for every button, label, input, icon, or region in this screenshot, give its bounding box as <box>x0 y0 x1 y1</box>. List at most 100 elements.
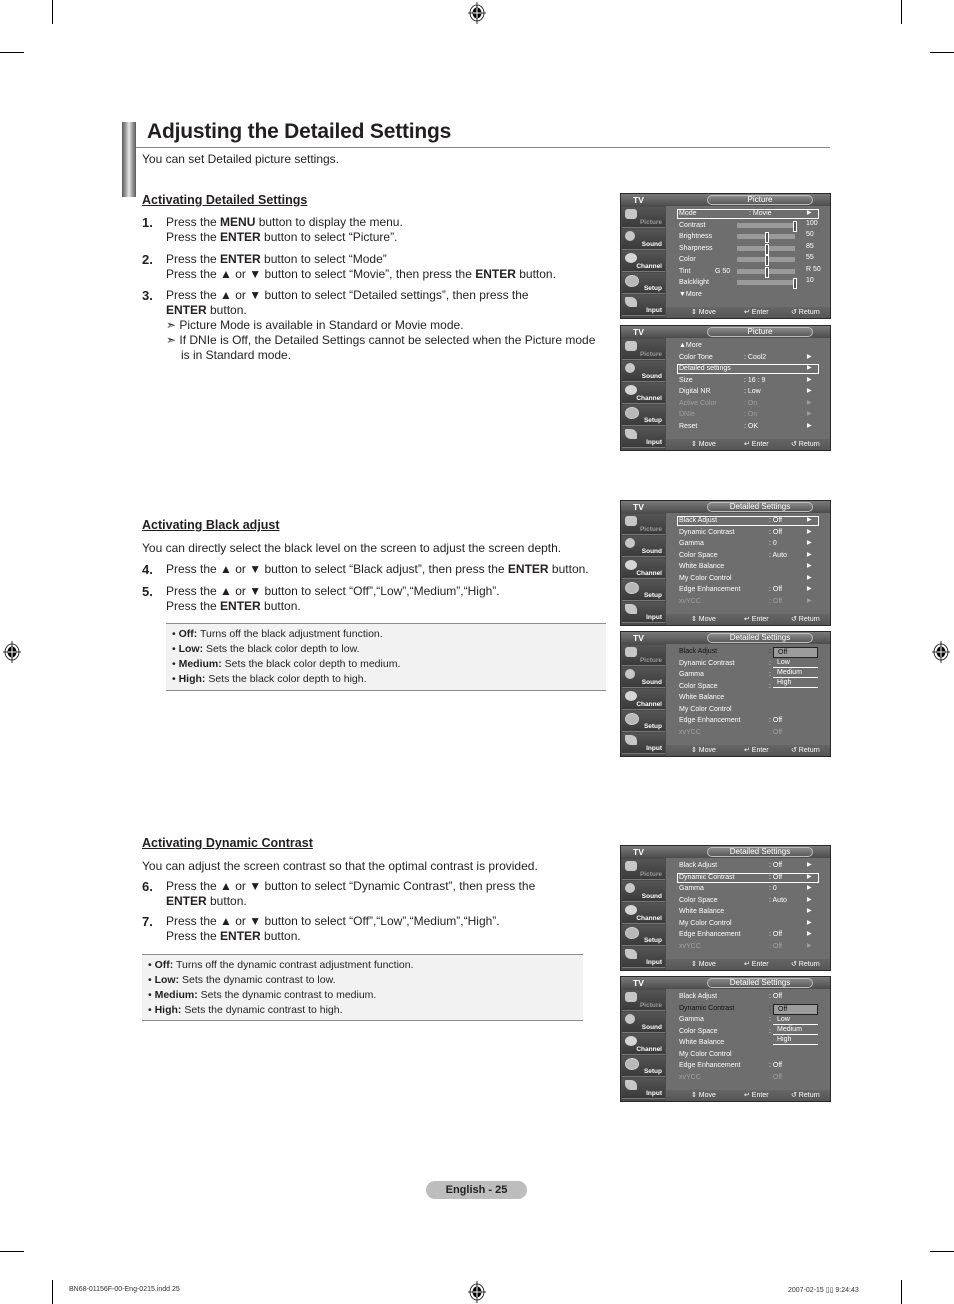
menu-item[interactable]: ▼More <box>679 289 702 300</box>
sidebar-item-picture[interactable]: Picture <box>622 514 665 535</box>
slider-value: 85 <box>806 242 814 250</box>
menu-item[interactable]: Reset: OK ▶ <box>679 421 812 432</box>
menu-item[interactable]: Gamma: <box>679 1014 771 1025</box>
menu-item-label: Black Adjust <box>679 648 718 655</box>
sidebar-item-channel[interactable]: Channel <box>622 903 665 924</box>
menu-item[interactable]: Balcklight <box>679 277 709 288</box>
sidebar-item-sound[interactable]: Sound <box>622 1012 665 1033</box>
menu-item[interactable]: Dynamic Contrast: Off ▶ <box>679 527 812 538</box>
dropdown-option-medium[interactable]: Medium <box>773 668 818 678</box>
menu-item[interactable]: Size: 16 : 9 ▶ <box>679 375 812 386</box>
slider-handle[interactable] <box>765 266 769 278</box>
menu-item[interactable]: My Color Control <box>679 1049 732 1060</box>
dropdown-option-off[interactable]: Off <box>773 647 818 658</box>
menu-item[interactable]: White Balance ▶ <box>679 906 812 917</box>
menu-item[interactable]: Black Adjust: Off ▶ <box>679 515 812 526</box>
menu-item[interactable]: My Color Control ▶ <box>679 918 812 929</box>
sidebar-item-picture[interactable]: Picture <box>622 990 665 1011</box>
menu-item[interactable]: Black Adjust: Off ▶ <box>679 860 812 871</box>
sidebar-item-input[interactable]: Input <box>622 947 665 968</box>
sidebar-item-input[interactable]: Input <box>622 295 665 316</box>
menu-item[interactable]: Color Space: <box>679 1026 771 1037</box>
sidebar-item-setup[interactable]: Setup <box>622 711 665 732</box>
slider-track[interactable] <box>737 280 795 285</box>
slider-handle[interactable] <box>793 278 797 289</box>
option-dropdown[interactable]: Off Low Medium High <box>773 1003 818 1045</box>
menu-item[interactable]: My Color Control ▶ <box>679 573 812 584</box>
sidebar-item-input[interactable]: Input <box>622 733 665 754</box>
menu-item[interactable]: DNIe: On ▶ <box>679 409 812 420</box>
menu-item[interactable]: Edge Enhancement: Off <box>679 715 782 726</box>
sidebar-item-input[interactable]: Input <box>622 427 665 448</box>
sidebar-item-channel[interactable]: Channel <box>622 383 665 404</box>
menu-item[interactable]: Gamma: <box>679 669 771 680</box>
sidebar-item-setup[interactable]: Setup <box>622 580 665 601</box>
menu-item[interactable]: Dynamic Contrast: <box>679 1003 771 1014</box>
slider-handle[interactable] <box>765 232 769 243</box>
menu-item[interactable]: Detailed settings ▶ <box>679 363 812 374</box>
sidebar-item-picture[interactable]: Picture <box>622 645 665 666</box>
sidebar-item-channel[interactable]: Channel <box>622 558 665 579</box>
sidebar-item-sound[interactable]: Sound <box>622 536 665 557</box>
menu-item[interactable]: Color Space: Auto ▶ <box>679 895 812 906</box>
sidebar-item-sound[interactable]: Sound <box>622 667 665 688</box>
menu-item[interactable]: Black Adjust: Off <box>679 991 782 1002</box>
menu-item[interactable]: My Color Control <box>679 704 732 715</box>
menu-item[interactable]: Tint G 50 <box>679 266 730 277</box>
menu-item[interactable]: Active Color: On ▶ <box>679 398 812 409</box>
menu-item[interactable]: Sharpness <box>679 243 712 254</box>
menu-item[interactable]: Color Space: <box>679 681 771 692</box>
sidebar-item-setup[interactable]: Setup <box>622 273 665 294</box>
sidebar-item-picture[interactable]: Picture <box>622 339 665 360</box>
sidebar-item-setup[interactable]: Setup <box>622 925 665 946</box>
menu-item[interactable]: Gamma: 0 ▶ <box>679 883 812 894</box>
menu-item-label: Mode <box>679 210 697 217</box>
menu-item[interactable]: xvYCC: Off <box>679 1072 782 1083</box>
sidebar-item-picture[interactable]: Picture <box>622 207 665 228</box>
menu-item[interactable]: Black Adjust: <box>679 646 771 657</box>
sidebar-item-channel[interactable]: Channel <box>622 1034 665 1055</box>
sidebar-item-picture[interactable]: Picture <box>622 859 665 880</box>
sidebar-item-channel[interactable]: Channel <box>622 689 665 710</box>
menu-item[interactable]: Color Space: Auto ▶ <box>679 550 812 561</box>
dropdown-option-low[interactable]: Low <box>773 658 818 668</box>
slider-handle[interactable] <box>765 255 769 266</box>
slider-handle[interactable] <box>765 243 769 255</box>
sidebar-item-setup[interactable]: Setup <box>622 1056 665 1077</box>
dropdown-option-medium[interactable]: Medium <box>773 1025 818 1035</box>
menu-item[interactable]: Gamma: 0 ▶ <box>679 538 812 549</box>
menu-item[interactable]: Edge Enhancement: Off ▶ <box>679 929 812 940</box>
dropdown-option-high[interactable]: High <box>773 678 818 688</box>
sidebar-item-sound[interactable]: Sound <box>622 229 665 250</box>
menu-item[interactable]: Color Tone: Cool2 ▶ <box>679 352 812 363</box>
option-dropdown[interactable]: Off Low Medium High <box>773 647 818 688</box>
menu-item[interactable]: White Balance <box>679 692 724 703</box>
menu-item[interactable]: Contrast <box>679 220 705 231</box>
menu-item[interactable]: Brightness <box>679 231 712 242</box>
slider-handle[interactable] <box>793 220 797 232</box>
menu-item[interactable]: White Balance ▶ <box>679 561 812 572</box>
sidebar-item-sound[interactable]: Sound <box>622 881 665 902</box>
menu-item[interactable]: Edge Enhancement: Off ▶ <box>679 584 812 595</box>
sidebar-item-input[interactable]: Input <box>622 1078 665 1099</box>
menu-item[interactable]: Digital NR: Low ▶ <box>679 386 812 397</box>
menu-item[interactable]: Color <box>679 254 696 265</box>
sidebar-item-input[interactable]: Input <box>622 602 665 623</box>
sidebar-label: Input <box>646 439 662 446</box>
dropdown-option-off[interactable]: Off <box>773 1003 818 1015</box>
menu-item[interactable]: xvYCC: Off ▶ <box>679 596 812 607</box>
menu-item[interactable]: Edge Enhancement: Off <box>679 1060 782 1071</box>
menu-item[interactable]: Dynamic Contrast: Off ▶ <box>679 872 812 883</box>
menu-item[interactable]: White Balance <box>679 1037 724 1048</box>
slider-track[interactable] <box>737 222 795 228</box>
sidebar-item-channel[interactable]: Channel <box>622 251 665 272</box>
dropdown-option-high[interactable]: High <box>773 1035 818 1045</box>
menu-item[interactable]: Mode: Movie ▶ <box>679 208 812 219</box>
menu-item[interactable]: ▲More <box>679 340 702 351</box>
menu-item[interactable]: Dynamic Contrast: <box>679 658 771 669</box>
menu-item[interactable]: xvYCC: Off <box>679 727 782 738</box>
menu-item[interactable]: xvYCC: Off ▶ <box>679 941 812 952</box>
sidebar-item-sound[interactable]: Sound <box>622 361 665 382</box>
dropdown-option-low[interactable]: Low <box>773 1015 818 1025</box>
sidebar-item-setup[interactable]: Setup <box>622 405 665 426</box>
